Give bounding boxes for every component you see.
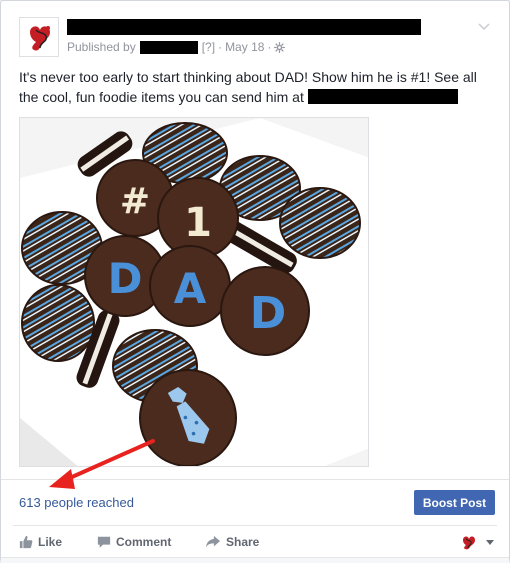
published-by-label: Published by [67, 40, 136, 54]
post-header: Published by [?] · May 18 · [19, 17, 493, 61]
meta-separator: · [218, 40, 223, 54]
post-photo[interactable]: # 1 D A D [19, 117, 369, 467]
comment-button[interactable]: Comment [97, 530, 171, 554]
post-actions: Like Comment Share [19, 530, 494, 554]
like-icon [19, 535, 33, 549]
like-button[interactable]: Like [19, 530, 62, 554]
page-name-redacted[interactable] [67, 19, 421, 35]
svg-text:A: A [174, 264, 207, 313]
post-meta: Published by [?] · May 18 · [67, 39, 286, 55]
svg-text:D: D [108, 254, 143, 303]
share-label: Share [226, 535, 260, 549]
divider [13, 525, 497, 526]
share-icon [206, 535, 220, 548]
svg-text:D: D [250, 288, 287, 339]
gear-icon[interactable] [274, 41, 286, 53]
comment-icon [97, 536, 111, 548]
chocolate-cookies-image: # 1 D A D [20, 118, 368, 466]
svg-text:1: 1 [184, 200, 212, 246]
post-date[interactable]: May 18 [225, 40, 264, 54]
dropdown-caret-icon [486, 540, 494, 545]
share-button[interactable]: Share [205, 530, 259, 554]
page-avatar[interactable] [19, 17, 59, 57]
page-logo-icon [20, 18, 58, 56]
post-message: It's never too early to start thinking a… [19, 67, 493, 107]
comment-label: Comment [116, 535, 172, 549]
chevron-down-icon[interactable] [477, 19, 491, 33]
actor-avatar-icon [459, 533, 477, 551]
post-link-redacted[interactable] [307, 89, 458, 104]
post-card: Published by [?] · May 18 · It's never t… [0, 0, 510, 563]
publisher-name-redacted[interactable] [139, 40, 198, 54]
meta-separator-2: · [267, 40, 272, 54]
card-footer-strip [1, 557, 509, 563]
svg-text:#: # [120, 181, 150, 222]
divider [1, 479, 509, 480]
like-label: Like [38, 535, 63, 549]
help-marker[interactable]: [?] [202, 40, 215, 54]
actor-selector[interactable] [459, 530, 500, 554]
people-reached-link[interactable]: 613 people reached [19, 495, 134, 510]
boost-post-button[interactable]: Boost Post [414, 490, 495, 515]
